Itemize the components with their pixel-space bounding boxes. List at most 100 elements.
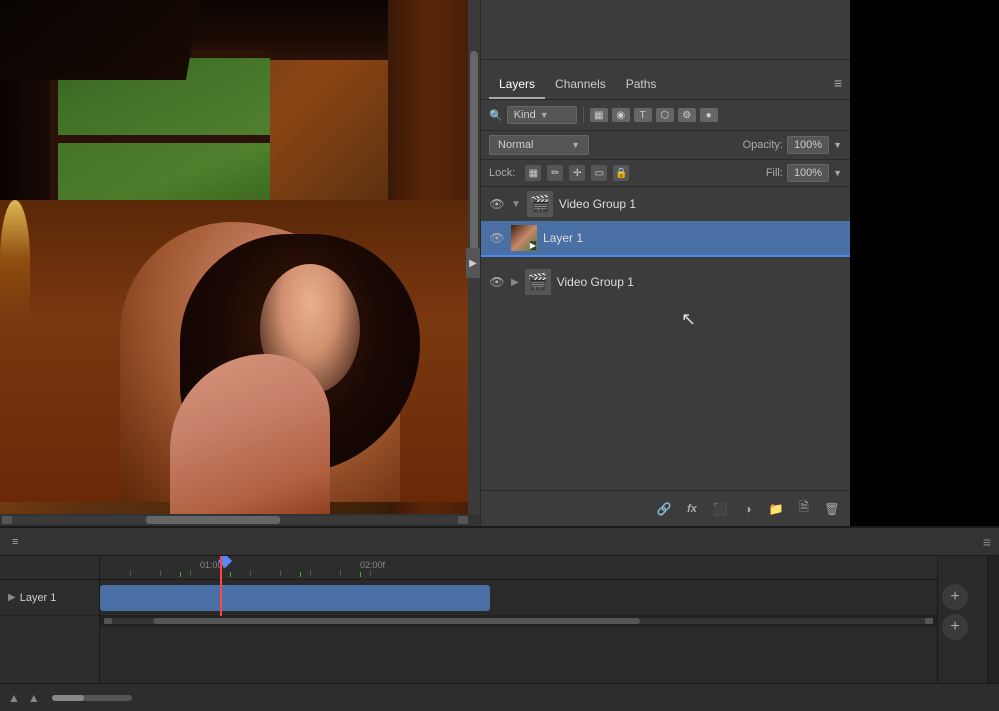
expand-panel-btn[interactable]: ▶ <box>466 248 480 278</box>
search-icon: 🔍 <box>489 109 503 122</box>
zoom-thumb <box>52 695 84 701</box>
add-media-btn[interactable]: + <box>942 584 968 610</box>
lock-label: Lock: <box>489 167 515 179</box>
fill-input[interactable]: 100% <box>787 164 829 182</box>
add-area-spacer <box>938 556 987 580</box>
layer-1-row[interactable]: 👁 ▶ Layer 1 <box>481 221 850 257</box>
fx-btn[interactable]: fx <box>682 499 702 519</box>
timeline-options-icon[interactable]: ≡ <box>983 534 991 550</box>
layers-list: 👁 ▼ 🎬 Video Group 1 👁 ▶ Layer 1 👁 <box>481 187 850 490</box>
video-group-1-row[interactable]: 👁 ▼ 🎬 Video Group 1 <box>481 187 850 221</box>
panel-menu-icon[interactable]: ≡ <box>834 75 842 99</box>
track-row-1 <box>100 580 937 616</box>
track-label-area: ▶ Layer 1 <box>0 556 100 683</box>
tick-8 <box>340 570 341 576</box>
ruler-time-2: 02:00f <box>360 560 385 570</box>
timeline-menu-btn[interactable]: ≡ <box>8 534 22 550</box>
controls-display: ▲ <box>28 691 40 705</box>
add-keyframe-btn[interactable]: + <box>942 614 968 640</box>
filter-sep-1 <box>583 107 584 123</box>
track-clip-1[interactable] <box>100 585 490 611</box>
shape-filter-icon[interactable]: ⬡ <box>656 108 674 122</box>
tab-paths[interactable]: Paths <box>616 71 667 99</box>
pixel-filter-icon[interactable]: ▦ <box>590 108 608 122</box>
timeline-toolbar: ≡ ≡ <box>0 528 999 556</box>
green-tick-1 <box>180 572 181 577</box>
green-tick-3 <box>300 572 301 577</box>
timeline-controls: ▲ ▲ <box>0 683 999 711</box>
tick-1 <box>130 570 131 576</box>
layer-1-eye[interactable]: 👁 <box>489 230 505 246</box>
timeline-content: ▶ Layer 1 01:00f 02:00f <box>0 556 999 683</box>
opacity-input[interactable]: 100% <box>787 136 829 154</box>
blend-chevron: ▼ <box>571 140 580 150</box>
video-group-2-thumb: 🎬 <box>525 269 551 295</box>
lock-artboard-btn[interactable]: ▭ <box>591 165 607 181</box>
dot-filter-icon[interactable]: ● <box>700 108 718 122</box>
mask-btn[interactable]: ⬛ <box>710 499 730 519</box>
timeline-add-area: + + <box>937 556 987 683</box>
track-expand-icon[interactable]: ▶ <box>8 592 16 603</box>
fill-chevron: ▼ <box>833 168 842 178</box>
scroll-left-btn[interactable] <box>2 516 12 524</box>
timeline-vscroll[interactable] <box>987 556 999 683</box>
video-group-1-thumb: 🎬 <box>527 191 553 217</box>
zoom-slider[interactable] <box>52 695 132 701</box>
link-btn[interactable]: 🔗 <box>654 499 674 519</box>
hscroll-track[interactable] <box>12 516 458 524</box>
cursor-area: ↖ <box>481 299 850 339</box>
timeline-scroll-track[interactable] <box>112 618 925 624</box>
opacity-chevron: ▼ <box>833 140 842 150</box>
lock-image-btn[interactable]: ✏ <box>547 165 563 181</box>
tick-6 <box>280 570 281 576</box>
track-label: Layer 1 <box>20 592 57 604</box>
video-group-2-name: Video Group 1 <box>557 275 842 289</box>
video-group-2-row[interactable]: 👁 ▶ 🎬 Video Group 1 <box>481 265 850 299</box>
lock-all-btn[interactable]: 🔒 <box>613 165 629 181</box>
type-filter-icon[interactable]: T <box>634 108 652 122</box>
kind-chevron: ▼ <box>540 110 549 120</box>
layer-1-thumb: ▶ <box>511 225 537 251</box>
timeline-ruler: 01:00f 02:00f <box>100 556 937 580</box>
fill-group: Fill: 100% ▼ <box>766 164 842 182</box>
far-right-area <box>850 0 999 526</box>
tab-layers[interactable]: Layers <box>489 71 545 99</box>
new-layer-btn[interactable]: 🗎 <box>794 499 814 519</box>
timeline-hscroll[interactable] <box>100 616 937 626</box>
timeline-scroll-right[interactable] <box>925 618 933 624</box>
smart-filter-icon[interactable]: ⚙ <box>678 108 696 122</box>
timeline-area: ≡ ≡ ▶ Layer 1 01:00f 02:00f <box>0 526 999 711</box>
hscroll-thumb[interactable] <box>146 516 280 524</box>
kind-dropdown[interactable]: Kind ▼ <box>507 106 577 124</box>
timeline-scroll-thumb[interactable] <box>153 618 641 624</box>
ruler-label-space <box>0 556 99 580</box>
video-group-1-eye[interactable]: 👁 <box>489 196 505 212</box>
canvas-hscroll[interactable] <box>0 514 480 526</box>
green-tick-4 <box>360 572 361 577</box>
video-group-1-name: Video Group 1 <box>559 197 842 211</box>
opacity-group: Opacity: 100% ▼ <box>743 136 842 154</box>
scroll-right-btn[interactable] <box>458 516 468 524</box>
video-group-2-chevron[interactable]: ▶ <box>511 277 519 288</box>
tab-channels[interactable]: Channels <box>545 71 616 99</box>
tick-7 <box>310 570 311 576</box>
lock-pixels-btn[interactable]: ▦ <box>525 165 541 181</box>
lock-position-btn[interactable]: ✛ <box>569 165 585 181</box>
canvas-vscroll-thumb[interactable] <box>470 51 478 257</box>
fill-label: Fill: <box>766 167 783 179</box>
time-display: ▲ <box>8 691 20 705</box>
delete-layer-btn[interactable]: 🗑 <box>822 499 842 519</box>
group-btn[interactable]: 📁 <box>766 499 786 519</box>
lock-row: Lock: ▦ ✏ ✛ ▭ 🔒 Fill: 100% ▼ <box>481 160 850 187</box>
timeline-scroll-left[interactable] <box>104 618 112 624</box>
layers-toolbar: 🔗 fx ⬛ ◑ 📁 🗎 🗑 <box>481 490 850 526</box>
layers-panel: Layers Channels Paths ≡ 🔍 Kind ▼ ▦ ◉ T ⬡… <box>480 0 850 526</box>
video-group-2-eye[interactable]: 👁 <box>489 274 505 290</box>
adjustment-filter-icon[interactable]: ◉ <box>612 108 630 122</box>
adjustment-btn[interactable]: ◑ <box>738 499 758 519</box>
scene-background <box>0 0 480 514</box>
track-label-row: ▶ Layer 1 <box>0 580 99 616</box>
blend-mode-dropdown[interactable]: Normal ▼ <box>489 135 589 155</box>
layer-1-name: Layer 1 <box>543 231 842 245</box>
video-group-1-chevron[interactable]: ▼ <box>511 199 521 210</box>
